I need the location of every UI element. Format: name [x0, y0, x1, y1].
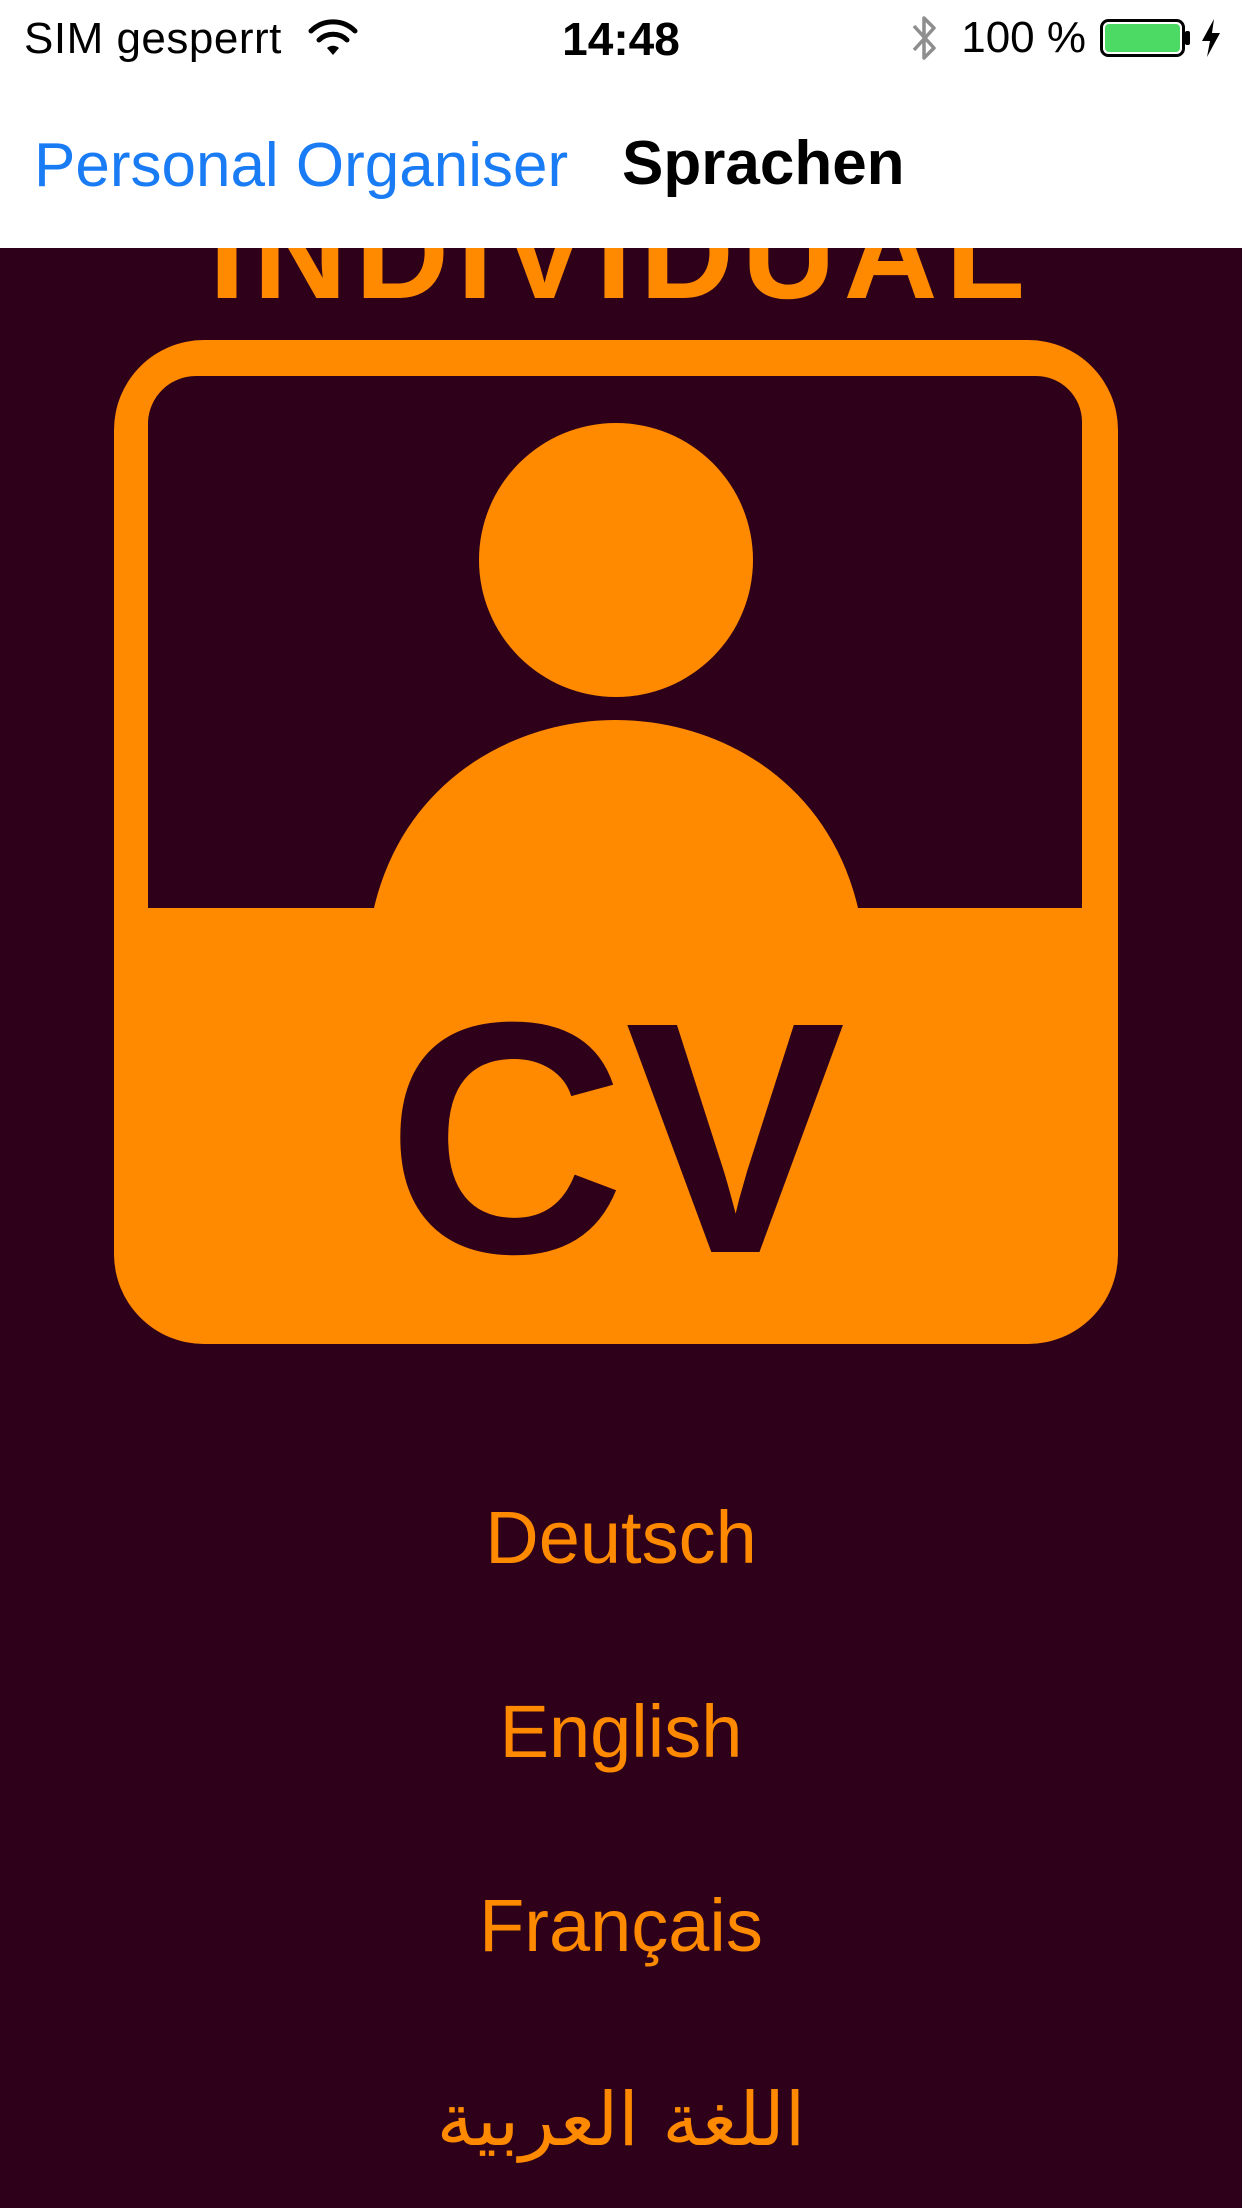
language-list: Deutsch English Français اللغة العربية [0, 1488, 1242, 2208]
app-heading: INDIVIDUAL [209, 248, 1033, 326]
cv-logo-icon: CV [114, 340, 1118, 1344]
charging-icon [1202, 19, 1220, 57]
bluetooth-icon [912, 16, 936, 60]
language-item-arabic[interactable]: اللغة العربية [0, 2070, 1242, 2208]
status-bar: SIM gesperrt 14:48 100 % [0, 0, 1242, 78]
back-button[interactable]: Personal Organiser [34, 130, 568, 201]
language-item-english[interactable]: English [0, 1682, 1242, 1876]
battery-icon [1100, 19, 1190, 57]
battery-percentage: 100 % [961, 13, 1086, 62]
status-right: 100 % [909, 12, 1224, 64]
language-item-francais[interactable]: Français [0, 1876, 1242, 2070]
navigation-bar: Personal Organiser Sprachen [0, 78, 1242, 248]
language-item-deutsch[interactable]: Deutsch [0, 1488, 1242, 1682]
page-title: Sprachen [622, 129, 905, 198]
logo-text: CV [387, 953, 847, 1322]
main-content: INDIVIDUAL CV Deutsch English Français ا… [0, 248, 1242, 2208]
